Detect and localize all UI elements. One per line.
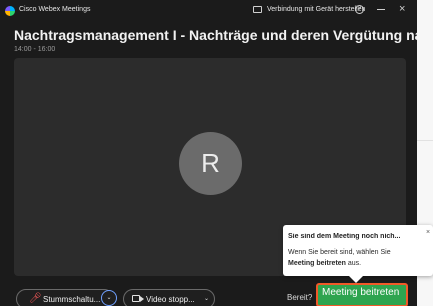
mute-button-label: Stummschaltu... — [43, 295, 101, 304]
join-hint-popup: Sie sind dem Meeting noch nich... × Wenn… — [283, 225, 433, 283]
title-bar: Cisco Webex Meetings Verbindung mit Gerä… — [0, 0, 417, 22]
webex-logo-icon — [5, 6, 15, 16]
app-name: Cisco Webex Meetings — [19, 6, 91, 13]
stop-video-button[interactable]: Video stopp... ⌄ — [123, 289, 215, 306]
help-icon[interactable]: ? — [355, 5, 364, 14]
popup-text-line2: Meeting beitreten aus. — [288, 260, 361, 267]
meeting-time: 14:00 - 16:00 — [14, 46, 56, 53]
device-icon[interactable] — [253, 6, 262, 13]
connect-device-link[interactable]: Verbindung mit Gerät herstellen — [267, 6, 365, 13]
close-icon[interactable]: × — [399, 3, 405, 15]
stop-video-button-label: Video stopp... — [146, 295, 195, 304]
minimize-icon[interactable] — [377, 9, 385, 10]
video-camera-icon — [132, 295, 144, 302]
popup-text-line1: Wenn Sie bereit sind, wählen Sie — [288, 249, 391, 256]
ready-label: Bereit? — [287, 293, 313, 302]
popup-close-icon[interactable]: × — [426, 229, 430, 237]
meeting-title: Nachtragsmanagement I - Nachträge und de… — [14, 27, 417, 43]
popup-arrow — [349, 276, 363, 283]
popup-emphasis: Meeting beitreten — [288, 260, 346, 267]
avatar: R — [179, 132, 242, 195]
chevron-down-icon[interactable]: ⌄ — [204, 295, 209, 303]
mute-button[interactable]: 🎤︎ Stummschaltu... — [16, 289, 114, 306]
popup-text-tail: aus. — [345, 260, 362, 267]
popup-title: Sie sind dem Meeting noch nich... — [288, 233, 401, 240]
join-meeting-button-label: Meeting beitreten — [322, 287, 400, 298]
chevron-down-icon[interactable]: ⌄ — [101, 290, 117, 306]
microphone-muted-icon: 🎤︎ — [29, 293, 42, 304]
background-divider — [417, 140, 433, 141]
join-meeting-button[interactable]: Meeting beitreten — [316, 283, 408, 306]
